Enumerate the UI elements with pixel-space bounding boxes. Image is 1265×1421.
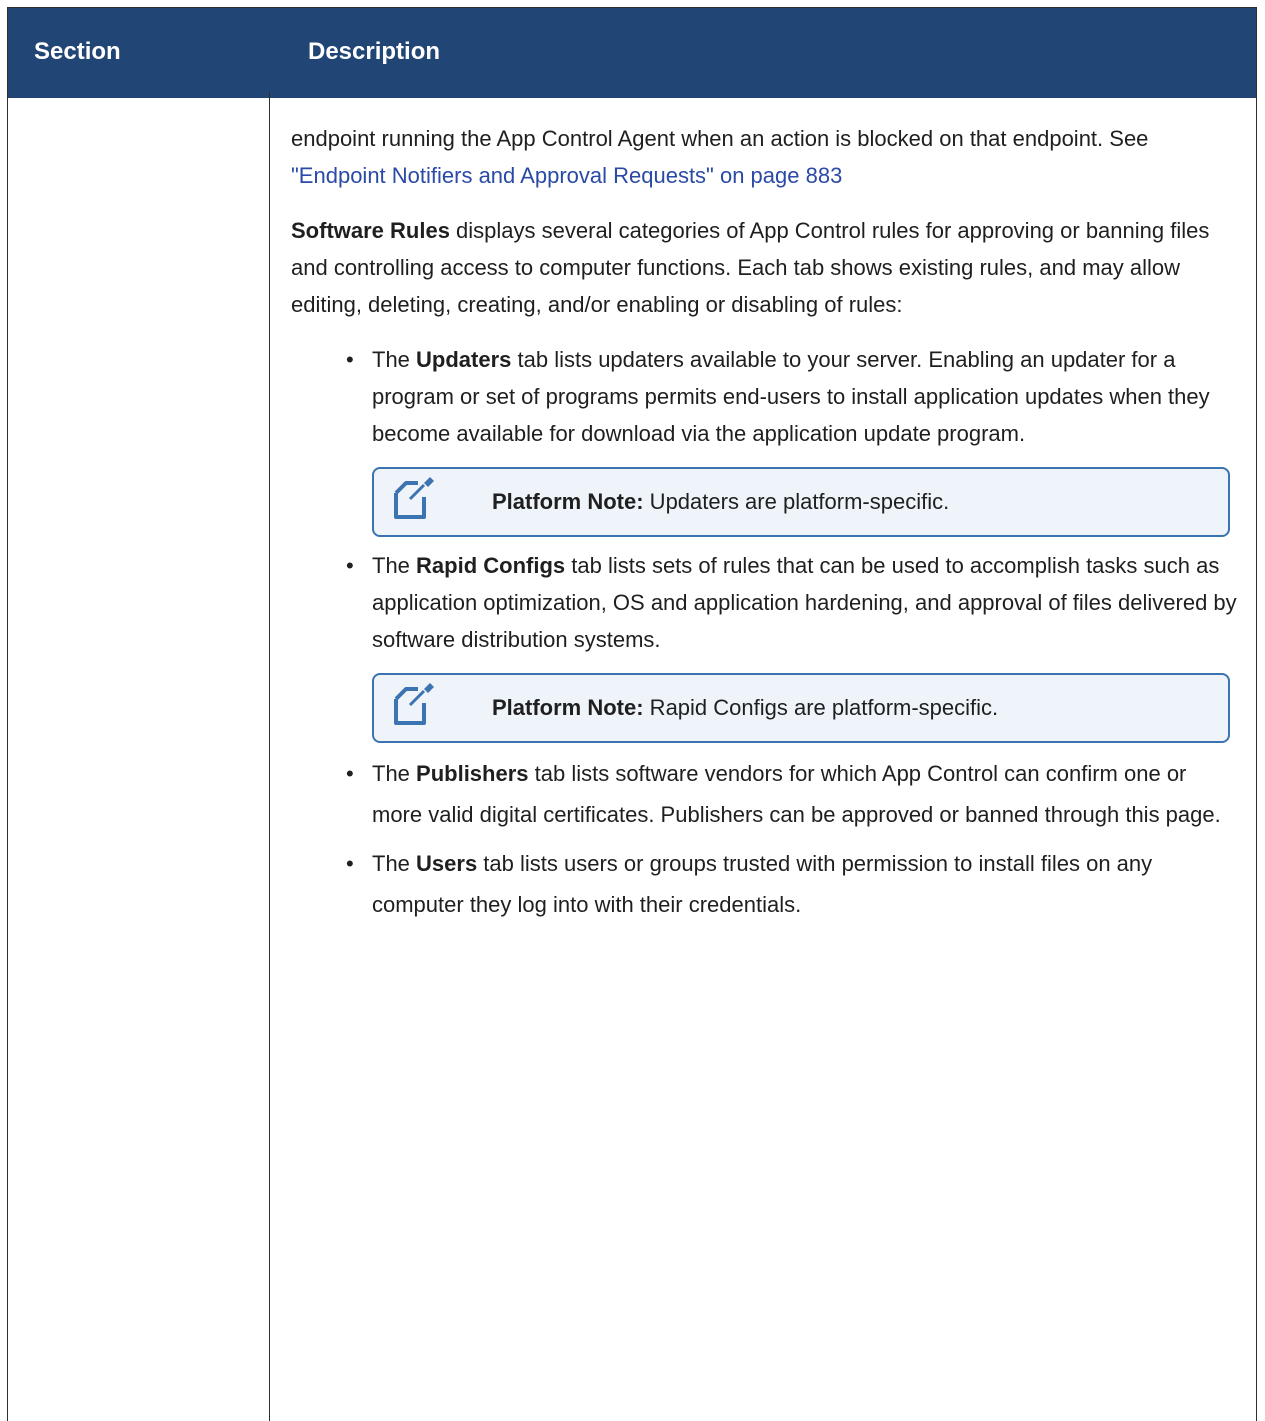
- description-cell: endpoint running the App Control Agent w…: [291, 120, 1241, 925]
- list-item-users: • The Users tab lists users or groups tru…: [346, 851, 1153, 917]
- platform-note-updaters: Platform Note: Updaters are platform-spe…: [372, 467, 1230, 537]
- header-description: Description: [308, 38, 441, 65]
- platform-note-rapid-configs: Platform Note: Rapid Configs are platfor…: [372, 673, 1230, 743]
- paragraph-software-rules: Software Rules displays several categori…: [291, 218, 1210, 317]
- note-pencil-icon: [394, 477, 434, 519]
- endpoint-notifiers-link[interactable]: "Endpoint Notifiers and Approval Request…: [291, 163, 842, 188]
- note-pencil-icon: [394, 683, 434, 725]
- list-item-publishers: • The Publishers tab lists software vendo…: [346, 761, 1221, 827]
- column-divider: [269, 91, 270, 1421]
- rules-tab-list: • The Updaters tab lists updaters availab…: [291, 341, 1241, 925]
- list-item-updaters: • The Updaters tab lists updaters availab…: [346, 347, 1210, 446]
- header-section: Section: [34, 38, 121, 65]
- list-item-rapid-configs: • The Rapid Configs tab lists sets of rul…: [346, 553, 1237, 652]
- paragraph-endpoint: endpoint running the App Control Agent w…: [291, 126, 1149, 188]
- table-header: Section Description: [7, 7, 1257, 98]
